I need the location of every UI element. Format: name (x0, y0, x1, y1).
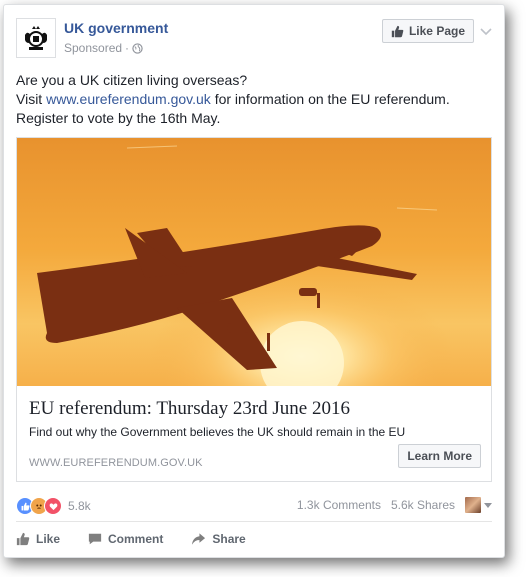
comment-action-button[interactable]: Comment (88, 529, 163, 549)
post-body-text: Are you a UK citizen living overseas? Vi… (16, 71, 492, 128)
learn-more-button[interactable]: Learn More (398, 444, 481, 468)
attachment-title[interactable]: EU referendum: Thursday 23rd June 2016 (29, 398, 350, 420)
airplane-sunset-photo[interactable] (17, 138, 491, 386)
post-text-visit: Visit (16, 91, 43, 107)
post-link[interactable]: www.eureferendum.gov.uk (46, 91, 211, 107)
love-reaction-icon (44, 497, 62, 515)
thumbs-up-icon (16, 532, 30, 546)
attachment-description: Find out why the Government believes the… (29, 425, 406, 439)
actions-divider (16, 521, 492, 522)
sponsored-text: Sponsored (64, 41, 123, 55)
link-attachment[interactable]: EU referendum: Thursday 23rd June 2016 F… (16, 137, 492, 482)
like-page-button[interactable]: Like Page (381, 19, 474, 43)
page-avatar[interactable] (16, 18, 56, 58)
like-action-label: Like (36, 532, 61, 546)
dot-separator: · (125, 41, 130, 55)
royal-crest-icon (25, 26, 47, 50)
post-text-after-link: for information on the EU referendum. (214, 91, 450, 107)
post-options-chevron-icon[interactable] (480, 23, 492, 41)
comment-action-label: Comment (108, 532, 164, 546)
reactions-summary[interactable]: 5.8k (16, 497, 91, 515)
like-page-label: Like Page (408, 24, 465, 38)
sponsored-label[interactable]: Sponsored · (64, 41, 143, 55)
shares-count[interactable]: 5.6k Shares (391, 498, 455, 512)
post-as-selector[interactable] (465, 497, 492, 513)
globe-icon (132, 42, 143, 54)
comments-count[interactable]: 1.3k Comments (297, 498, 381, 512)
post-text-line-1: Are you a UK citizen living overseas? (16, 72, 248, 88)
thumbs-up-icon (391, 25, 404, 37)
caret-down-icon (484, 502, 492, 508)
share-action-button[interactable]: Share (191, 529, 246, 549)
post-text-line-3: Register to vote by the 16th May. (16, 110, 221, 126)
share-arrow-icon (192, 533, 206, 545)
sponsored-post-card: UK government Sponsored · Like Page Are … (3, 4, 505, 558)
user-avatar (465, 497, 481, 513)
post-header: UK government Sponsored · Like Page (16, 17, 492, 61)
like-action-button[interactable]: Like (16, 529, 60, 549)
attachment-domain: WWW.EUREFERENDUM.GOV.UK (29, 457, 203, 469)
engagement-stats: 5.8k 1.3k Comments 5.6k Shares (16, 495, 492, 515)
page-name-link[interactable]: UK government (64, 20, 168, 36)
comment-share-stats: 1.3k Comments 5.6k Shares (297, 497, 492, 513)
post-actions-bar: Like Comment Share (16, 529, 246, 549)
share-action-label: Share (212, 532, 246, 546)
comment-bubble-icon (88, 533, 102, 545)
post-text-line-2: Visit www.eureferendum.gov.uk for inform… (16, 90, 492, 109)
reactions-count[interactable]: 5.8k (68, 499, 91, 513)
